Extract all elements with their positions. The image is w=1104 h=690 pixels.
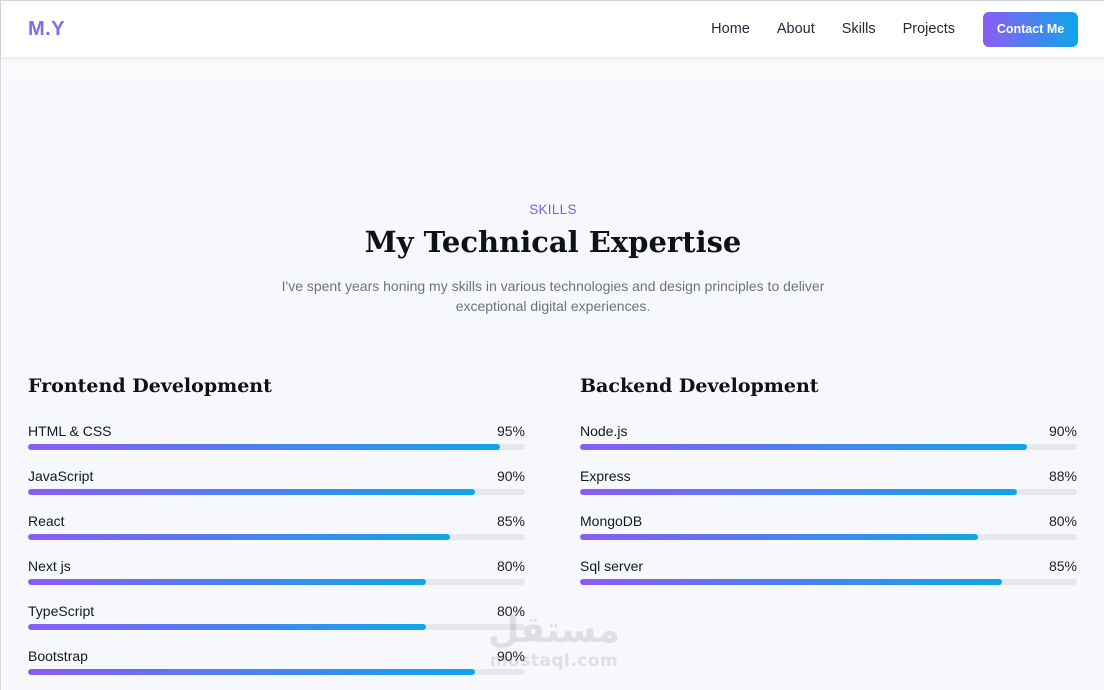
skill-row: HTML & CSS 95% [28,422,525,440]
skill-percent: 88% [1048,468,1077,484]
skill-row: Express 88% [580,467,1077,485]
skill-name: HTML & CSS [28,423,112,439]
skill-percent: 85% [1048,558,1077,574]
skill-name: React [28,513,65,529]
skill-item: Sql server 85% [580,557,1077,587]
progress-fill [28,579,426,585]
skill-row: Node.js 90% [580,422,1077,440]
skill-name: Next js [28,558,71,574]
progress-track [28,534,525,540]
skill-row: TypeScript 80% [28,602,525,620]
skill-item: JavaScript 90% [28,467,525,497]
section-title: My Technical Expertise [364,225,742,259]
skill-name: Sql server [580,558,644,574]
progress-fill [28,624,426,630]
skill-item: React 85% [28,512,525,542]
skill-name: MongoDB [580,513,643,529]
progress-fill [28,669,476,675]
skill-item: Bootstrap 90% [28,647,525,677]
skill-row: Bootstrap 90% [28,647,525,665]
section-description: I've spent years honing my skills in var… [281,278,825,314]
nav-link-projects[interactable]: Projects [903,21,955,37]
progress-fill [580,534,978,540]
progress-track [580,444,1077,450]
skill-percent: 90% [496,468,525,484]
skill-name: Bootstrap [28,648,88,664]
skill-row: React 85% [28,512,525,530]
skill-percent: 80% [496,603,525,619]
nav-link-about[interactable]: About [777,21,815,37]
nav-link-skills[interactable]: Skills [842,21,876,37]
logo[interactable]: M.Y [28,18,65,41]
skill-item: TypeScript 80% [28,602,525,632]
progress-fill [580,489,1018,495]
progress-fill [28,444,501,450]
skill-item: Node.js 90% [580,422,1077,452]
section-eyebrow: SKILLS [529,202,577,217]
progress-track [28,669,525,675]
skill-name: Node.js [580,423,628,439]
frontend-title: Frontend Development [28,375,272,397]
progress-track [580,534,1077,540]
navbar: M.Y Home About Skills Projects Contact M… [1,1,1104,57]
progress-track [28,624,525,630]
frontend-column: Frontend Development HTML & CSS 95% JavaSc… [28,373,525,675]
progress-track [28,579,525,585]
hero-fade [1,57,1104,89]
skill-percent: 90% [496,648,525,664]
skill-percent: 80% [496,558,525,574]
contact-me-button[interactable]: Contact Me [983,11,1078,47]
progress-fill [580,444,1028,450]
skill-name: TypeScript [28,603,95,619]
progress-track [580,489,1077,495]
nav-links: Home About Skills Projects Contact Me [711,11,1078,47]
skill-row: Sql server 85% [580,557,1077,575]
skill-item: HTML & CSS 95% [28,422,525,452]
skill-row: MongoDB 80% [580,512,1077,530]
skill-row: JavaScript 90% [28,467,525,485]
skill-item: MongoDB 80% [580,512,1077,542]
progress-track [28,444,525,450]
skill-item: Express 88% [580,467,1077,497]
skill-percent: 95% [496,423,525,439]
backend-column: Backend Development Node.js 90% Express 88%… [580,373,1077,585]
skill-percent: 80% [1048,513,1077,529]
backend-title: Backend Development [580,375,819,397]
progress-fill [580,579,1003,585]
skill-percent: 90% [1048,423,1077,439]
progress-track [580,579,1077,585]
skill-name: JavaScript [28,468,94,484]
progress-fill [28,534,451,540]
skill-item: Next js 80% [28,557,525,587]
skill-name: Express [580,468,631,484]
skill-percent: 85% [496,513,525,529]
skill-row: Next js 80% [28,557,525,575]
nav-link-home[interactable]: Home [711,21,750,37]
progress-fill [28,489,476,495]
progress-track [28,489,525,495]
